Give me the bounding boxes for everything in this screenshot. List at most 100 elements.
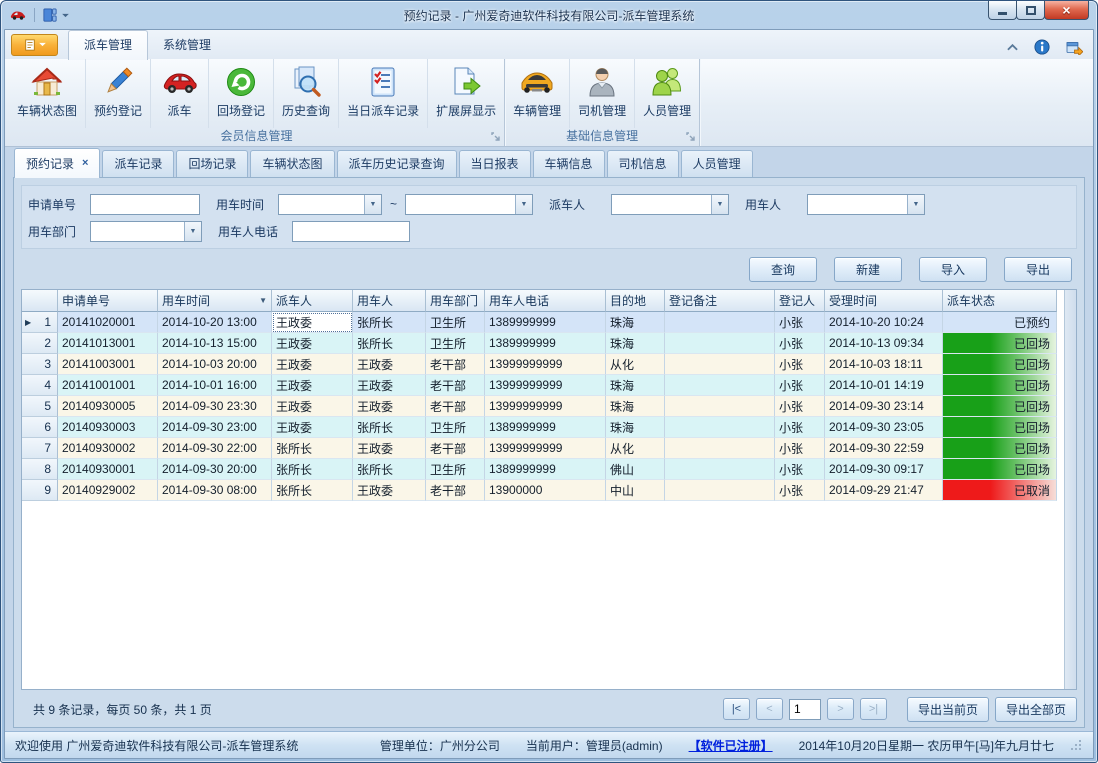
- column-header-用车人[interactable]: 用车人: [353, 290, 426, 312]
- cell-remark[interactable]: [665, 375, 775, 396]
- cell-registrar[interactable]: 小张: [775, 438, 825, 459]
- cell-phone[interactable]: 13999999999: [485, 375, 606, 396]
- doc-tab-派车记录[interactable]: 派车记录: [102, 150, 174, 177]
- cell-use-time[interactable]: 2014-09-30 20:00: [158, 459, 272, 480]
- application-menu-button[interactable]: [11, 34, 58, 56]
- column-header-登记备注[interactable]: 登记备注: [665, 290, 775, 312]
- cell-user[interactable]: 王政委: [353, 375, 426, 396]
- prev-page-button[interactable]: <: [756, 698, 783, 720]
- ribbon-button-历史查询[interactable]: 历史查询: [274, 59, 339, 128]
- cell-remark[interactable]: [665, 480, 775, 501]
- column-header-派车状态[interactable]: 派车状态: [943, 290, 1057, 312]
- row-indicator[interactable]: 6: [22, 417, 58, 438]
- cell-dispatcher[interactable]: 张所长: [272, 459, 353, 480]
- cell-registrar[interactable]: 小张: [775, 396, 825, 417]
- row-indicator[interactable]: 9: [22, 480, 58, 501]
- resize-grip[interactable]: [1070, 739, 1083, 752]
- dialog-launcher-icon[interactable]: [491, 132, 501, 142]
- cell-phone[interactable]: 1389999999: [485, 417, 606, 438]
- cell-phone[interactable]: 1389999999: [485, 333, 606, 354]
- cell-phone[interactable]: 13999999999: [485, 354, 606, 375]
- cell-user[interactable]: 王政委: [353, 354, 426, 375]
- column-header-用车人电话[interactable]: 用车人电话: [485, 290, 606, 312]
- ribbon-button-司机管理[interactable]: 司机管理: [570, 59, 635, 128]
- ribbon-button-预约登记[interactable]: 预约登记: [86, 59, 151, 128]
- close-button[interactable]: ×: [1044, 1, 1089, 20]
- last-page-button[interactable]: >|: [860, 698, 887, 720]
- doc-tab-当日报表[interactable]: 当日报表: [459, 150, 531, 177]
- cell-dispatcher[interactable]: 王政委: [272, 354, 353, 375]
- cell-apply-no[interactable]: 20141003001: [58, 354, 158, 375]
- cell-accept-time[interactable]: 2014-10-13 09:34: [825, 333, 943, 354]
- cell-registrar[interactable]: 小张: [775, 459, 825, 480]
- style-icon[interactable]: [1066, 40, 1083, 55]
- cell-dispatcher[interactable]: 张所长: [272, 480, 353, 501]
- row-indicator[interactable]: 7: [22, 438, 58, 459]
- cell-dispatcher[interactable]: 王政委: [272, 396, 353, 417]
- cell-accept-time[interactable]: 2014-10-03 18:11: [825, 354, 943, 375]
- cell-status[interactable]: 已回场: [943, 417, 1057, 438]
- cell-use-time[interactable]: 2014-09-30 08:00: [158, 480, 272, 501]
- column-header-用车部门[interactable]: 用车部门: [426, 290, 485, 312]
- cell-remark[interactable]: [665, 438, 775, 459]
- ribbon-button-人员管理[interactable]: 人员管理: [635, 59, 699, 128]
- grid-row-9[interactable]: 9201409290022014-09-30 08:00张所长王政委老干部139…: [22, 480, 1057, 501]
- cell-accept-time[interactable]: 2014-09-30 23:14: [825, 396, 943, 417]
- cell-remark[interactable]: [665, 354, 775, 375]
- doc-tab-司机信息[interactable]: 司机信息: [607, 150, 679, 177]
- cell-phone[interactable]: 13999999999: [485, 438, 606, 459]
- row-indicator[interactable]: 3: [22, 354, 58, 375]
- doc-tab-派车历史记录查询[interactable]: 派车历史记录查询: [337, 150, 457, 177]
- cell-dept[interactable]: 老干部: [426, 480, 485, 501]
- cell-dest[interactable]: 从化: [606, 438, 665, 459]
- cell-status[interactable]: 已回场: [943, 333, 1057, 354]
- cell-apply-no[interactable]: 20141020001: [58, 312, 158, 333]
- cell-status[interactable]: 已取消: [943, 480, 1057, 501]
- cell-status[interactable]: 已回场: [943, 375, 1057, 396]
- cell-registrar[interactable]: 小张: [775, 312, 825, 333]
- cell-dept[interactable]: 老干部: [426, 354, 485, 375]
- cell-use-time[interactable]: 2014-10-20 13:00: [158, 312, 272, 333]
- cell-dept[interactable]: 老干部: [426, 396, 485, 417]
- cell-user[interactable]: 王政委: [353, 396, 426, 417]
- cell-registrar[interactable]: 小张: [775, 333, 825, 354]
- dialog-launcher-icon[interactable]: [686, 132, 696, 142]
- user-combo[interactable]: ▼: [807, 194, 925, 215]
- ribbon-button-车辆状态图[interactable]: 车辆状态图: [9, 59, 86, 128]
- cell-phone[interactable]: 1389999999: [485, 312, 606, 333]
- cell-use-time[interactable]: 2014-10-03 20:00: [158, 354, 272, 375]
- license-link[interactable]: 【软件已注册】: [689, 737, 773, 754]
- collapse-ribbon-icon[interactable]: [1007, 43, 1018, 51]
- cell-dest[interactable]: 从化: [606, 354, 665, 375]
- cell-dept[interactable]: 卫生所: [426, 312, 485, 333]
- cell-dispatcher[interactable]: 王政委: [272, 333, 353, 354]
- cell-use-time[interactable]: 2014-09-30 22:00: [158, 438, 272, 459]
- cell-registrar[interactable]: 小张: [775, 375, 825, 396]
- doc-tab-回场记录[interactable]: 回场记录: [176, 150, 248, 177]
- cell-apply-no[interactable]: 20140930001: [58, 459, 158, 480]
- cell-user[interactable]: 张所长: [353, 459, 426, 480]
- cell-apply-no[interactable]: 20140930002: [58, 438, 158, 459]
- ribbon-button-回场登记[interactable]: 回场登记: [209, 59, 274, 128]
- row-indicator[interactable]: 8: [22, 459, 58, 480]
- cell-apply-no[interactable]: 20140930005: [58, 396, 158, 417]
- use-time-to-combo[interactable]: ▼: [405, 194, 533, 215]
- cell-user[interactable]: 张所长: [353, 333, 426, 354]
- vertical-scrollbar[interactable]: [1064, 290, 1076, 689]
- ribbon-button-当日派车记录[interactable]: 当日派车记录: [339, 59, 428, 128]
- cell-apply-no[interactable]: 20140930003: [58, 417, 158, 438]
- cell-use-time[interactable]: 2014-10-13 15:00: [158, 333, 272, 354]
- cell-dispatcher[interactable]: 王政委: [272, 312, 353, 333]
- grid-row-8[interactable]: 8201409300012014-09-30 20:00张所长张所长卫生所138…: [22, 459, 1057, 480]
- cell-dest[interactable]: 珠海: [606, 333, 665, 354]
- cell-dispatcher[interactable]: 张所长: [272, 438, 353, 459]
- page-number-input[interactable]: [789, 699, 821, 720]
- cell-remark[interactable]: [665, 459, 775, 480]
- cell-accept-time[interactable]: 2014-09-29 21:47: [825, 480, 943, 501]
- export-current-page-button[interactable]: 导出当前页: [907, 697, 989, 722]
- export-all-pages-button[interactable]: 导出全部页: [995, 697, 1077, 722]
- cell-user[interactable]: 张所长: [353, 312, 426, 333]
- cell-accept-time[interactable]: 2014-09-30 22:59: [825, 438, 943, 459]
- cell-apply-no[interactable]: 20141001001: [58, 375, 158, 396]
- cell-registrar[interactable]: 小张: [775, 417, 825, 438]
